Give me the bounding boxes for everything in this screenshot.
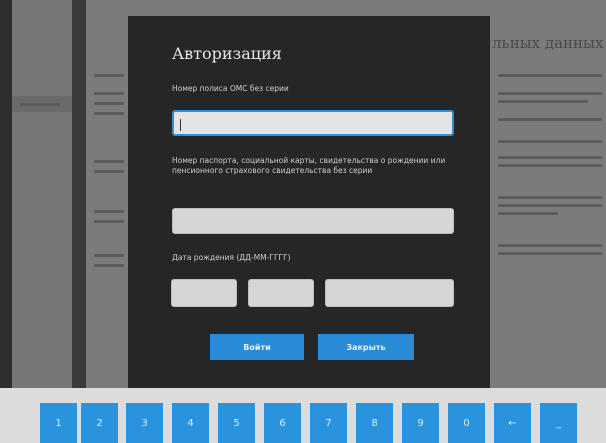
- background-text-line: [498, 140, 602, 143]
- background-text-line: [94, 170, 124, 173]
- oms-number-label: Номер полиса ОМС без серии: [172, 84, 289, 93]
- underscore-key[interactable]: _: [540, 403, 577, 443]
- background-text-line: [498, 164, 602, 167]
- background-text-line: [498, 118, 602, 121]
- login-button[interactable]: Войти: [210, 334, 304, 360]
- on-screen-keyboard: 1 2 3 4 5 6 7 8 9 0 ← _: [0, 388, 606, 443]
- background-text-line: [94, 210, 124, 213]
- background-text-line: [498, 252, 602, 255]
- birth-year-input[interactable]: [325, 279, 454, 307]
- background-text-line: [20, 103, 60, 106]
- key-3[interactable]: 3: [126, 403, 163, 443]
- background-left-edge: [0, 0, 12, 388]
- passport-number-input[interactable]: [172, 208, 454, 234]
- key-2[interactable]: 2: [81, 403, 118, 443]
- key-8[interactable]: 8: [356, 403, 393, 443]
- key-7[interactable]: 7: [310, 403, 347, 443]
- oms-number-input[interactable]: [172, 110, 454, 136]
- authorization-dialog: Авторизация Номер полиса ОМС без серии Н…: [128, 16, 490, 388]
- background-text-line: [498, 100, 588, 103]
- background-text-line: [498, 92, 602, 95]
- text-caret: [180, 119, 181, 131]
- background-divider: [72, 0, 86, 388]
- birth-day-input[interactable]: [171, 279, 237, 307]
- background-text-line: [498, 196, 602, 199]
- key-0[interactable]: 0: [448, 403, 485, 443]
- dialog-title: Авторизация: [172, 44, 282, 63]
- key-5[interactable]: 5: [218, 403, 255, 443]
- backspace-key[interactable]: ←: [494, 403, 531, 443]
- key-6[interactable]: 6: [264, 403, 301, 443]
- background-text-line: [498, 204, 602, 207]
- background-text-line: [94, 112, 124, 115]
- background-text-line: [498, 244, 602, 247]
- background-text-line: [498, 212, 558, 215]
- background-text-line: [94, 74, 124, 77]
- key-1[interactable]: 1: [40, 403, 77, 443]
- key-9[interactable]: 9: [402, 403, 439, 443]
- close-button[interactable]: Закрыть: [318, 334, 414, 360]
- passport-number-label: Номер паспорта, социальной карты, свидет…: [172, 156, 446, 175]
- background-text-line: [498, 74, 602, 77]
- background-text-line: [94, 220, 124, 223]
- birthdate-label: Дата рождения (ДД-ММ-ГГГГ): [172, 253, 291, 262]
- birth-month-input[interactable]: [248, 279, 314, 307]
- background-heading: льных данных: [492, 34, 604, 52]
- background-text-line: [94, 264, 124, 267]
- background-text-line: [94, 92, 124, 95]
- background-text-line: [498, 156, 602, 159]
- background-text-line: [94, 254, 124, 257]
- background-text-line: [94, 160, 124, 163]
- background-text-line: [94, 102, 124, 105]
- key-4[interactable]: 4: [172, 403, 209, 443]
- background-side-panel: [12, 0, 72, 388]
